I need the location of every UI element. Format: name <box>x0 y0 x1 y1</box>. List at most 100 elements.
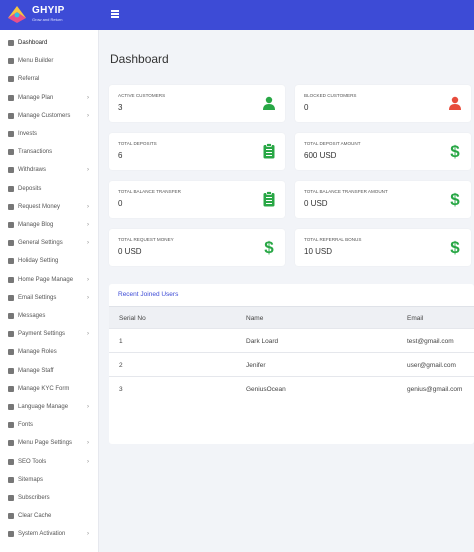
table-row: 2 Jenifer user@gmail.com <box>109 352 474 376</box>
sidebar-item-icon <box>8 185 14 192</box>
stat-card-total-deposit-amount: Total Deposit Amount 600 USD $ <box>295 133 471 170</box>
cell-serial: 2 <box>119 362 123 369</box>
sidebar-item-home-page-manage[interactable]: Home Page Manage › <box>0 271 99 289</box>
stat-value: 10 USD <box>304 247 333 256</box>
table-row: 1 Dark Loard test@gmail.com <box>109 328 474 352</box>
sidebar-item-sitemaps[interactable]: Sitemaps <box>0 471 99 489</box>
brand-name: GHYIP <box>32 5 65 16</box>
dollar-icon: $ <box>450 191 460 207</box>
sidebar-item-fonts[interactable]: Fonts <box>0 416 99 434</box>
sidebar-item-label: Subscribers <box>18 495 50 501</box>
chevron-right-icon: › <box>87 331 89 338</box>
sidebar-item-label: Menu Page Settings <box>18 440 73 447</box>
sidebar-item-icon <box>8 203 14 210</box>
chevron-right-icon: › <box>87 440 89 447</box>
sidebar-item-general-settings[interactable]: General Settings › <box>0 234 99 252</box>
sidebar-item-icon <box>8 495 14 501</box>
stat-card-total-referral-bonus: Total Referral Bonus 10 USD $ <box>295 229 471 266</box>
sidebar: Dashboard Menu Builder Referral Manage Plan… <box>0 30 99 552</box>
sidebar-item-icon <box>8 367 14 374</box>
user-icon <box>263 96 275 110</box>
stat-card-total-balance-transfer: Total Balance Transfer 0 <box>109 181 285 218</box>
sidebar-item-icon <box>8 94 14 101</box>
sidebar-item-icon <box>8 294 14 301</box>
sidebar-item-icon <box>8 513 14 520</box>
sidebar-item-holiday-setting[interactable]: Holiday Setting <box>0 252 99 270</box>
sidebar-item-icon <box>8 112 14 119</box>
sidebar-item-label: Manage KYC Form <box>18 385 70 392</box>
sidebar-item-withdraws[interactable]: Withdraws › <box>0 161 99 179</box>
stat-label: Total Request Money <box>118 237 174 242</box>
chevron-right-icon: › <box>87 112 89 119</box>
sidebar-item-messages[interactable]: Messages <box>0 307 99 325</box>
stat-label: Total Balance Transfer Amount <box>304 189 388 194</box>
sidebar-item-manage-roles[interactable]: Manage Roles <box>0 343 99 361</box>
sidebar-item-label: Email Settings <box>18 294 57 301</box>
sidebar-item-manage-blog[interactable]: Manage Blog › <box>0 216 99 234</box>
svg-text:$: $ <box>450 239 460 255</box>
sidebar-item-language-manage[interactable]: Language Manage › <box>0 398 99 416</box>
sidebar-item-system-activation[interactable]: System Activation › <box>0 525 99 543</box>
sidebar-item-icon <box>8 422 14 429</box>
stat-card-blocked-customers: Blocked Customers 0 <box>295 85 471 122</box>
sidebar-item-manage-plan[interactable]: Manage Plan › <box>0 89 99 107</box>
sidebar-item-icon <box>8 458 14 465</box>
chevron-right-icon: › <box>87 94 89 101</box>
cell-serial: 1 <box>119 338 123 345</box>
sidebar-item-deposits[interactable]: Deposits <box>0 180 99 198</box>
page-title: Dashboard <box>110 52 169 66</box>
sidebar-item-label: Fonts <box>18 422 34 429</box>
sidebar-item-menu-page-settings[interactable]: Menu Page Settings › <box>0 434 99 452</box>
stat-label: Active Customers <box>118 93 166 98</box>
sidebar-item-icon <box>8 331 14 338</box>
stat-value: 3 <box>118 103 123 112</box>
chevron-right-icon: › <box>87 276 89 283</box>
sidebar-item-icon <box>8 167 14 174</box>
recent-users-card: Recent Joined Users Serial No Name Email… <box>109 284 474 444</box>
sidebar-item-label: Dashboard <box>18 40 48 46</box>
column-header-serial: Serial No <box>119 315 146 322</box>
sidebar-item-label: Messages <box>18 313 46 319</box>
sidebar-item-dashboard[interactable]: Dashboard <box>0 34 99 52</box>
logo-mark-icon <box>8 6 26 23</box>
sidebar-item-icon <box>8 76 14 83</box>
main-content: Dashboard Active Customers 3 Blocked Custo… <box>99 30 474 552</box>
sidebar-item-label: General Settings <box>18 240 63 247</box>
sidebar-item-menu-builder[interactable]: Menu Builder <box>0 52 99 70</box>
recent-users-title: Recent Joined Users <box>118 291 179 298</box>
sidebar-item-transactions[interactable]: Transactions <box>0 143 99 161</box>
menu-toggle-icon[interactable] <box>111 10 119 18</box>
chevron-right-icon: › <box>87 458 89 465</box>
sidebar-item-label: Manage Blog <box>18 222 54 228</box>
sidebar-item-icon <box>8 385 14 392</box>
sidebar-item-icon <box>8 40 14 46</box>
sidebar-item-clear-cache[interactable]: Clear Cache <box>0 507 99 525</box>
chevron-right-icon: › <box>87 222 89 228</box>
sidebar-item-label: Home Page Manage <box>18 276 74 283</box>
sidebar-item-label: Withdraws <box>18 167 47 174</box>
sidebar-item-request-money[interactable]: Request Money › <box>0 198 99 216</box>
sidebar-item-invests[interactable]: Invests <box>0 125 99 143</box>
sidebar-item-label: Transactions <box>18 149 53 156</box>
sidebar-item-referral[interactable]: Referral <box>0 70 99 88</box>
sidebar-item-label: Manage Staff <box>18 367 54 374</box>
cell-name: Jenifer <box>246 362 266 369</box>
sidebar-item-label: Manage Customers <box>18 112 71 119</box>
brand-logo[interactable]: GHYIP Grow and Return <box>6 3 96 27</box>
svg-text:$: $ <box>450 191 460 207</box>
sidebar-item-manage-kyc-form[interactable]: Manage KYC Form <box>0 380 99 398</box>
sidebar-item-icon <box>8 349 14 356</box>
sidebar-item-payment-settings[interactable]: Payment Settings › <box>0 325 99 343</box>
dollar-icon: $ <box>450 239 460 255</box>
cell-serial: 3 <box>119 386 123 393</box>
sidebar-item-label: Sitemaps <box>18 476 44 483</box>
sidebar-item-seo-tools[interactable]: SEO Tools › <box>0 453 99 471</box>
sidebar-item-manage-customers[interactable]: Manage Customers › <box>0 107 99 125</box>
sidebar-item-manage-staff[interactable]: Manage Staff <box>0 362 99 380</box>
sidebar-item-subscribers[interactable]: Subscribers <box>0 489 99 507</box>
sidebar-item-email-settings[interactable]: Email Settings › <box>0 289 99 307</box>
sidebar-item-icon <box>8 149 14 156</box>
sidebar-item-label: Referral <box>18 76 40 83</box>
sidebar-item-icon <box>8 313 14 319</box>
brand-tagline: Grow and Return <box>32 17 63 22</box>
